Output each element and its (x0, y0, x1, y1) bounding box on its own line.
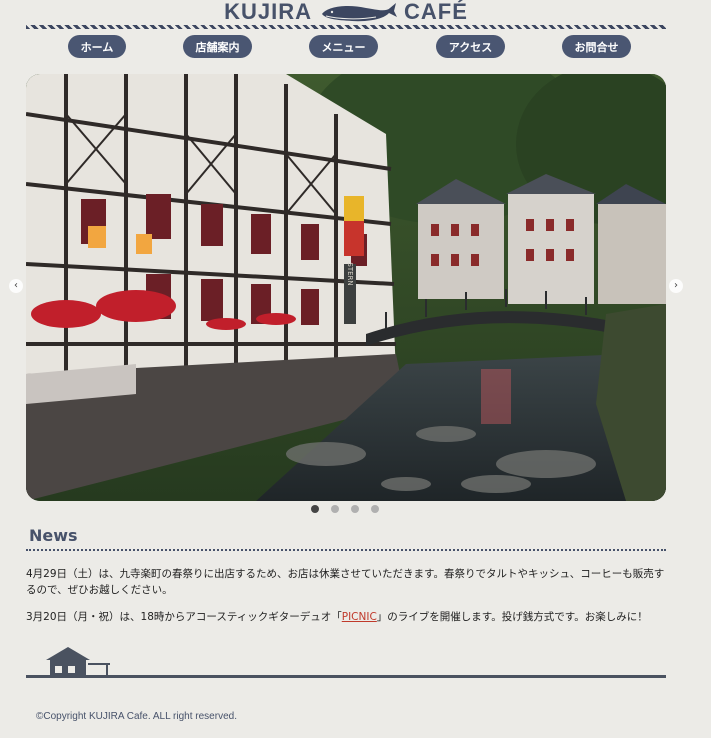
nav-contact-button[interactable]: お問合せ (562, 35, 631, 58)
slider-pagination (311, 505, 379, 513)
site-logo[interactable]: KUJIRA CAFÉ (26, 0, 666, 24)
news-divider (26, 549, 666, 551)
copyright-text: ©Copyright KUJIRA Cafe. ALL right reserv… (36, 711, 237, 722)
nav-store-info-button[interactable]: 店舗案内 (183, 35, 252, 58)
logo-text-left: KUJIRA (224, 0, 312, 24)
whale-icon (322, 3, 397, 22)
news-item-2-text-before: 3月20日（月・祝）は、18時からアコースティックギターデュオ「 (26, 611, 342, 623)
news-item-2-text-after: 」のライブを開催します。投げ銭方式です。お楽しみに！ (376, 611, 648, 623)
slider-prev-arrow-icon[interactable]: ‹ (9, 279, 23, 293)
picnic-link[interactable]: PICNIC (342, 611, 377, 623)
image-slider[interactable]: STERN (26, 74, 666, 501)
news-heading: News (29, 526, 78, 545)
slider-dot-4[interactable] (371, 505, 379, 513)
stern-sign-text: STERN (346, 262, 354, 285)
slider-dot-3[interactable] (351, 505, 359, 513)
news-item-2: 3月20日（月・祝）は、18時からアコースティックギターデュオ「PICNIC」の… (26, 609, 666, 625)
slide-image-river-town: STERN (26, 74, 666, 501)
house-icon (46, 647, 110, 676)
news-item-1: 4月29日（土）は、九寺楽町の春祭りに出店するため、お店は休業させていただきます… (26, 568, 665, 596)
nav-menu-button[interactable]: メニュー (309, 35, 378, 58)
slider-dot-2[interactable] (331, 505, 339, 513)
slider-next-arrow-icon[interactable]: › (669, 279, 683, 293)
header-stripe-divider (26, 25, 666, 29)
logo-text-right: CAFÉ (404, 0, 468, 24)
footer-line (26, 675, 666, 678)
slider-dot-1[interactable] (311, 505, 319, 513)
main-nav: ホーム 店舗案内 メニュー アクセス お問合せ (26, 35, 666, 59)
site-header: KUJIRA CAFÉ (26, 0, 666, 30)
nav-home-button[interactable]: ホーム (68, 35, 126, 58)
nav-access-button[interactable]: アクセス (436, 35, 505, 58)
